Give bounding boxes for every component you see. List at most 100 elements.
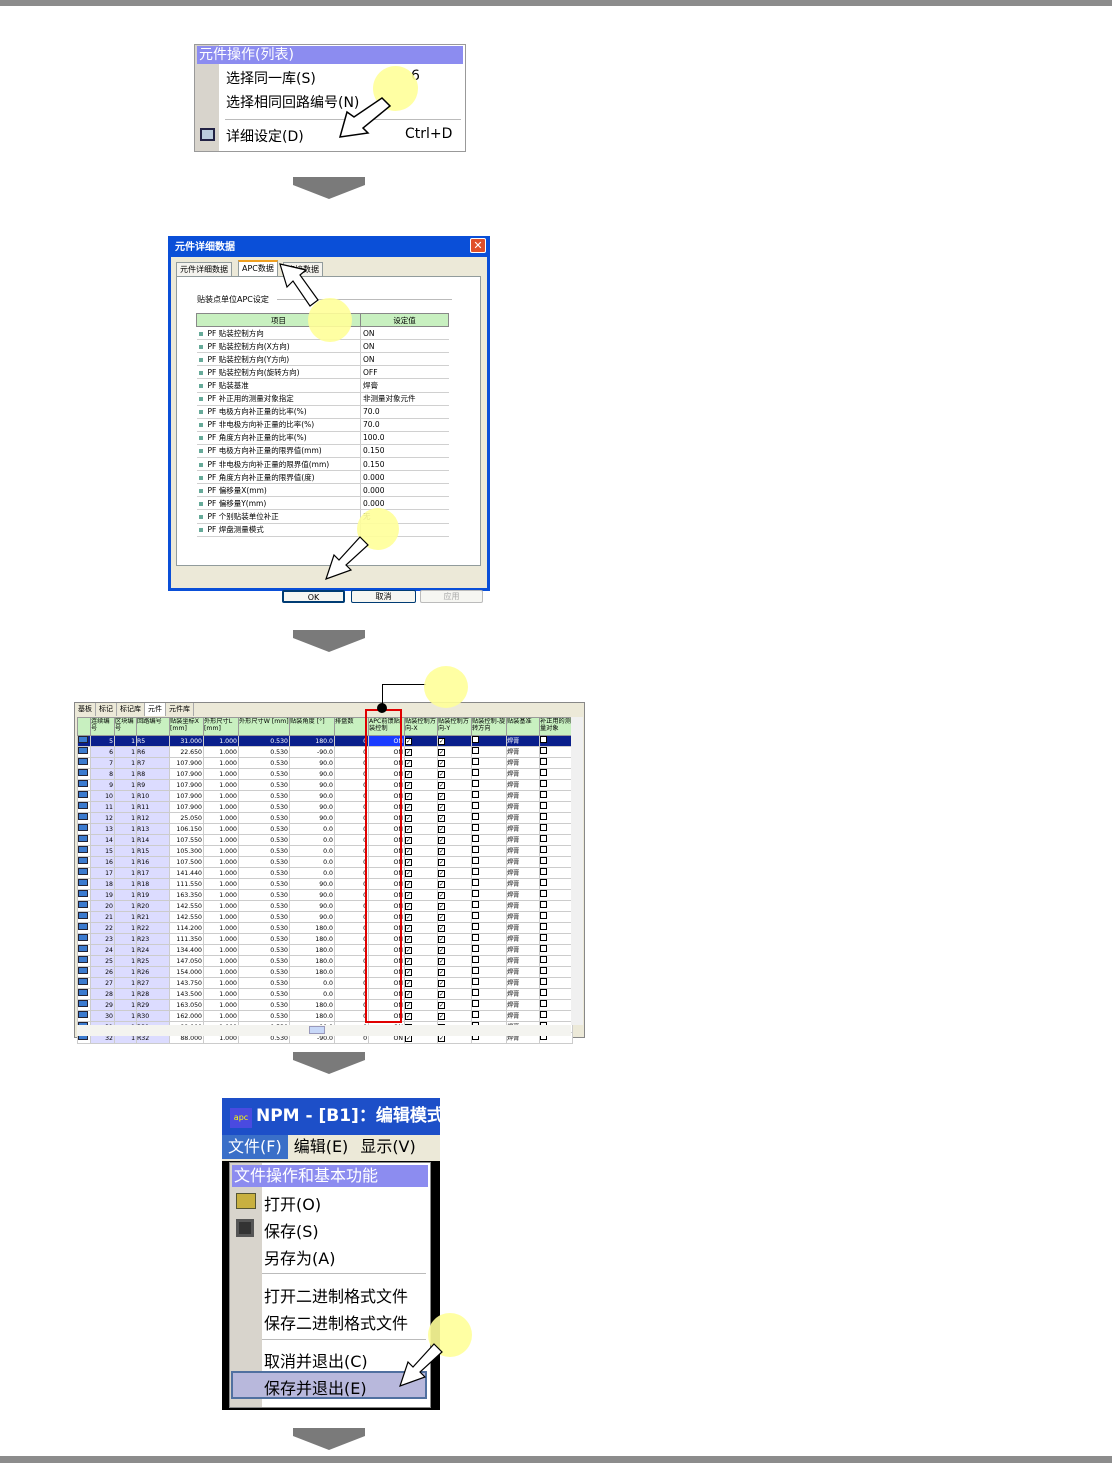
cell[interactable]: 0.530: [238, 977, 290, 989]
basis-cell[interactable]: 焊膏: [506, 812, 540, 824]
cell[interactable]: 0: [334, 955, 369, 967]
checkbox-unchecked[interactable]: [540, 1000, 547, 1007]
cell[interactable]: 0.530: [238, 922, 290, 934]
table-row[interactable]: 18 1 R18 111.550 1.000 0.530 90.0 0 ON ✓ ✓ 焊膏: [77, 878, 573, 890]
checkbox-checked[interactable]: ✓: [405, 781, 412, 789]
checkbox-cell[interactable]: ✓: [404, 977, 438, 989]
checkbox-cell[interactable]: ✓: [437, 977, 472, 989]
table-row[interactable]: 11 1 R11 107.900 1.000 0.530 90.0 0 ON ✓ ✓ 焊膏: [77, 801, 573, 813]
cell[interactable]: 0.530: [238, 933, 290, 945]
cell[interactable]: 90.0: [289, 790, 335, 802]
table-row[interactable]: 16 1 R16 107.500 1.000 0.530 0.0 0 ON ✓ ✓ 焊膏: [77, 856, 573, 868]
table-row[interactable]: 26 1 R26 154.000 1.000 0.530 180.0 0 ON ✓ ✓ 焊膏: [77, 966, 573, 978]
cell[interactable]: 1.000: [203, 757, 239, 769]
cell[interactable]: 1.000: [203, 746, 239, 758]
cell[interactable]: 1: [114, 834, 137, 846]
checkbox-unchecked[interactable]: [540, 857, 547, 864]
column-header[interactable]: 外形尺寸L [mm]: [203, 717, 239, 736]
checkbox-cell[interactable]: [471, 834, 507, 846]
cell[interactable]: 5: [90, 735, 115, 747]
checkbox-cell[interactable]: ✓: [404, 856, 438, 868]
table-row[interactable]: 12 1 R12 25.050 1.000 0.530 90.0 0 ON ✓ ✓ 焊膏: [77, 812, 573, 824]
cell[interactable]: R5: [136, 735, 170, 747]
cell[interactable]: 0: [334, 977, 369, 989]
cell[interactable]: 14: [90, 834, 115, 846]
basis-cell[interactable]: 焊膏: [506, 801, 540, 813]
cell[interactable]: 1: [114, 922, 137, 934]
menu-item-select-same-library[interactable]: 选择同一库(S): [226, 68, 316, 88]
cell[interactable]: 0: [334, 801, 369, 813]
cell[interactable]: 1: [114, 889, 137, 901]
column-header[interactable]: 贴装角度 [°]: [289, 717, 335, 736]
grid-tab[interactable]: 标记库: [117, 703, 145, 716]
cell[interactable]: 0: [334, 1010, 369, 1022]
cell[interactable]: 22: [90, 922, 115, 934]
cell[interactable]: 1: [114, 966, 137, 978]
checkbox-cell[interactable]: ✓: [404, 812, 438, 824]
cell[interactable]: 0: [334, 768, 369, 780]
cell[interactable]: 154.000: [169, 966, 204, 978]
checkbox-cell[interactable]: ✓: [404, 889, 438, 901]
checkbox-unchecked[interactable]: [540, 945, 547, 952]
cell[interactable]: R18: [136, 878, 170, 890]
cell[interactable]: 30: [90, 1010, 115, 1022]
checkbox-cell[interactable]: ✓: [437, 966, 472, 978]
checkbox-unchecked[interactable]: [472, 1011, 479, 1018]
cell[interactable]: 1.000: [203, 856, 239, 868]
cell[interactable]: 1.000: [203, 988, 239, 1000]
checkbox-cell[interactable]: [539, 933, 573, 945]
cell[interactable]: 0.530: [238, 999, 290, 1011]
checkbox-cell[interactable]: [539, 988, 573, 1000]
checkbox-cell[interactable]: [539, 768, 573, 780]
checkbox-cell[interactable]: ✓: [437, 889, 472, 901]
checkbox-unchecked[interactable]: [540, 868, 547, 875]
menu-item-cancel-exit[interactable]: 取消并退出(C): [264, 1348, 368, 1372]
checkbox-cell[interactable]: [539, 922, 573, 934]
cell[interactable]: 0.0: [289, 823, 335, 835]
table-row[interactable]: 13 1 R13 106.150 1.000 0.530 0.0 0 ON ✓ ✓ 焊膏: [77, 823, 573, 835]
cell[interactable]: 1.000: [203, 878, 239, 890]
checkbox-cell[interactable]: ✓: [437, 1010, 472, 1022]
table-row[interactable]: 10 1 R10 107.900 1.000 0.530 90.0 0 ON ✓ ✓ 焊膏: [77, 790, 573, 802]
grid-tab[interactable]: 基板: [75, 703, 96, 716]
cell[interactable]: 1: [114, 779, 137, 791]
table-row[interactable]: 14 1 R14 107.550 1.000 0.530 0.0 0 ON ✓ ✓ 焊膏: [77, 834, 573, 846]
cell[interactable]: 21: [90, 911, 115, 923]
apc-value-cell[interactable]: 0.000: [360, 483, 449, 498]
cell[interactable]: 8: [90, 768, 115, 780]
cell[interactable]: 1: [114, 746, 137, 758]
column-header[interactable]: 贴装控制-旋转方向: [471, 717, 507, 736]
column-header[interactable]: [77, 717, 91, 736]
cell[interactable]: 111.350: [169, 933, 204, 945]
checkbox-cell[interactable]: [471, 977, 507, 989]
checkbox-checked[interactable]: ✓: [405, 979, 412, 987]
column-header[interactable]: 区块编号: [114, 717, 137, 736]
checkbox-cell[interactable]: ✓: [437, 735, 472, 747]
cell[interactable]: R30: [136, 1010, 170, 1022]
cell[interactable]: R28: [136, 988, 170, 1000]
cell[interactable]: 90.0: [289, 757, 335, 769]
tab-component-detail[interactable]: 元件详细数据: [176, 262, 232, 276]
cell[interactable]: 1.000: [203, 933, 239, 945]
cell[interactable]: 1.000: [203, 944, 239, 956]
checkbox-unchecked[interactable]: [540, 791, 547, 798]
cell[interactable]: 0.0: [289, 845, 335, 857]
checkbox-cell[interactable]: ✓: [404, 823, 438, 835]
cell[interactable]: R12: [136, 812, 170, 824]
cell[interactable]: 0.530: [238, 955, 290, 967]
cell[interactable]: 0: [334, 735, 369, 747]
cell[interactable]: 1: [114, 955, 137, 967]
menu-edit[interactable]: 编辑(E): [288, 1135, 355, 1159]
basis-cell[interactable]: 焊膏: [506, 790, 540, 802]
table-row[interactable]: 29 1 R29 163.050 1.000 0.530 180.0 0 ON ✓ ✓ 焊膏: [77, 999, 573, 1011]
cell[interactable]: R27: [136, 977, 170, 989]
cell[interactable]: 26: [90, 966, 115, 978]
checkbox-cell[interactable]: [471, 922, 507, 934]
checkbox-unchecked[interactable]: [472, 758, 479, 765]
cell[interactable]: 0.0: [289, 867, 335, 879]
checkbox-checked[interactable]: ✓: [405, 924, 412, 932]
table-row[interactable]: 20 1 R20 142.550 1.000 0.530 90.0 0 ON ✓ ✓ 焊膏: [77, 900, 573, 912]
apc-value-cell[interactable]: 70.0: [360, 405, 449, 419]
cell[interactable]: 1.000: [203, 867, 239, 879]
cell[interactable]: 180.0: [289, 1010, 335, 1022]
